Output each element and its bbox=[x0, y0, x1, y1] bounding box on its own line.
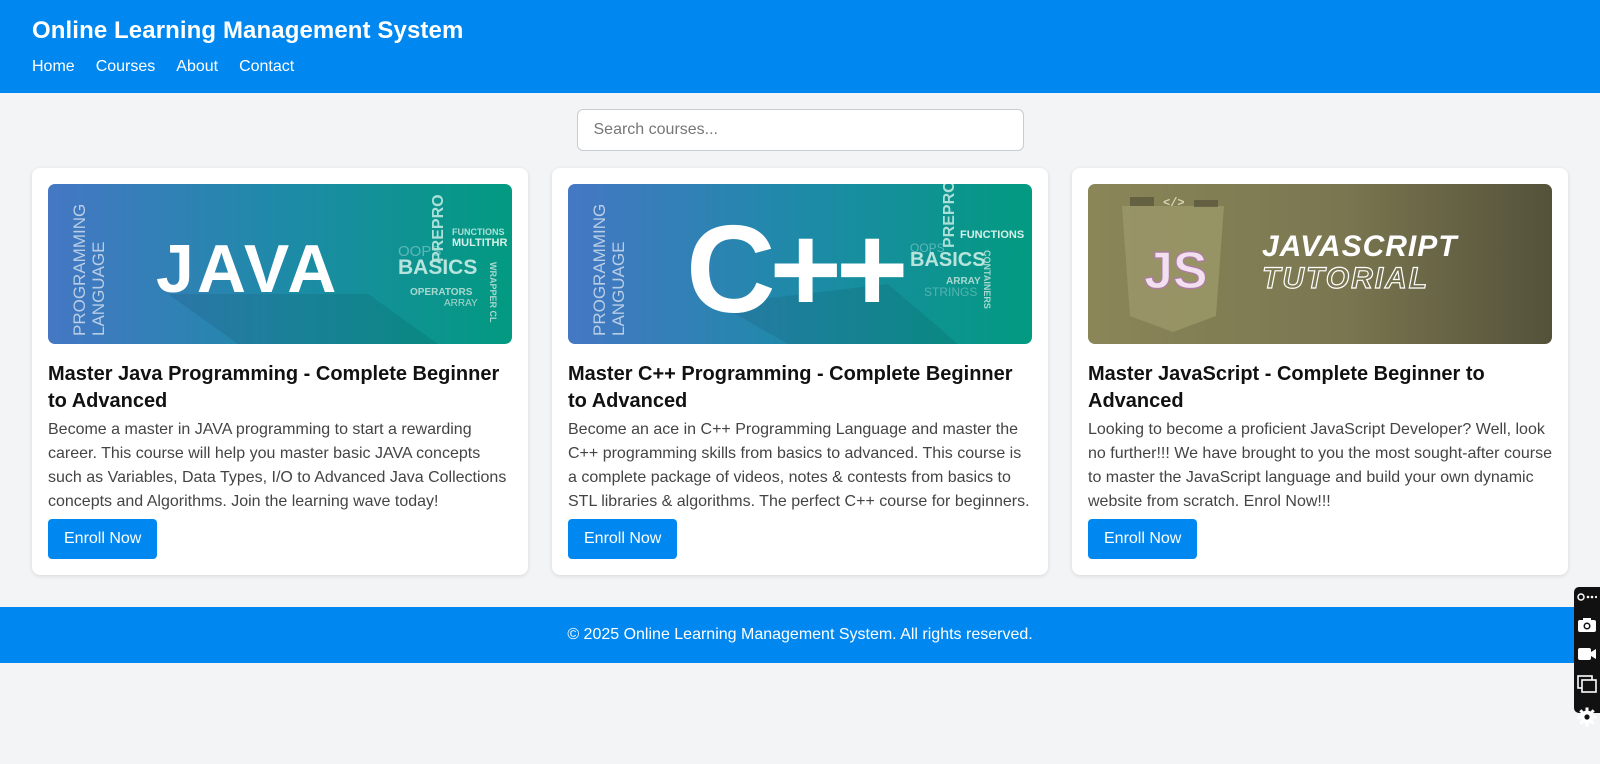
cpp-banner-graphic: PROGRAMMING LANGUAGE C++ OOPS PREPRO FUN… bbox=[568, 184, 1032, 344]
main-nav: Home Courses About Contact bbox=[32, 56, 1568, 78]
banner-tag: OPERATORS bbox=[410, 287, 473, 298]
banner-side-line1: PROGRAMMING bbox=[70, 204, 89, 336]
banner-tag: MULTITHR bbox=[452, 237, 507, 249]
enroll-button-cpp[interactable]: Enroll Now bbox=[568, 519, 678, 559]
course-card-cpp: PROGRAMMING LANGUAGE C++ OOPS PREPRO FUN… bbox=[552, 168, 1048, 575]
banner-tag: PREPRO bbox=[430, 194, 447, 262]
floating-toolbar bbox=[1574, 587, 1600, 727]
course-card-javascript: </> JS JAVASCRIPT TUTORIAL Master JavaSc… bbox=[1072, 168, 1568, 575]
course-description: Become a master in JAVA programming to s… bbox=[48, 421, 507, 510]
banner-line2: TUTORIAL bbox=[1262, 262, 1429, 295]
course-list: PROGRAMMING LANGUAGE JAVA OOPS PREPRO FU… bbox=[0, 168, 1600, 575]
course-card-java: PROGRAMMING LANGUAGE JAVA OOPS PREPRO FU… bbox=[32, 168, 528, 575]
banner-line1: JAVASCRIPT bbox=[1262, 230, 1459, 263]
banner-tag: FUNCTIONS bbox=[960, 229, 1024, 241]
banner-tag: FUNCTIONS bbox=[452, 227, 505, 237]
enroll-button-java[interactable]: Enroll Now bbox=[48, 519, 158, 559]
nav-contact[interactable]: Contact bbox=[239, 56, 294, 78]
banner-badge: JS bbox=[1144, 242, 1208, 300]
nav-about[interactable]: About bbox=[176, 56, 218, 78]
site-title: Online Learning Management System bbox=[32, 17, 464, 44]
banner-tag: STRINGS bbox=[924, 285, 977, 299]
banner-tag: BASICS bbox=[398, 256, 477, 279]
course-image-java: PROGRAMMING LANGUAGE JAVA OOPS PREPRO FU… bbox=[48, 184, 512, 344]
banner-tag: PREPRO bbox=[941, 184, 958, 248]
banner-side-line2: LANGUAGE bbox=[89, 242, 108, 336]
pin-icon[interactable] bbox=[1577, 590, 1598, 608]
banner-side-line1: PROGRAMMING bbox=[590, 204, 609, 336]
gear-icon[interactable] bbox=[1577, 707, 1597, 732]
course-title: Master JavaScript - Complete Beginner to… bbox=[1088, 363, 1485, 412]
banner-side-line2: LANGUAGE bbox=[609, 242, 628, 336]
course-image-cpp: PROGRAMMING LANGUAGE C++ OOPS PREPRO FUN… bbox=[568, 184, 1032, 344]
banner-tag: ARRAY bbox=[444, 298, 478, 309]
course-description: Looking to become a proficient JavaScrip… bbox=[1088, 421, 1552, 510]
banner-tag: BASICS bbox=[910, 249, 986, 271]
banner-tag: CONTAINERS bbox=[982, 250, 992, 309]
video-icon[interactable] bbox=[1577, 647, 1597, 666]
java-banner-graphic: PROGRAMMING LANGUAGE JAVA OOPS PREPRO FU… bbox=[48, 184, 512, 344]
course-title: Master C++ Programming - Complete Beginn… bbox=[568, 363, 1013, 412]
banner-main-text: JAVA bbox=[156, 231, 339, 307]
site-header: Online Learning Management System Home C… bbox=[0, 0, 1600, 93]
camera-icon[interactable] bbox=[1577, 617, 1597, 638]
search-bar bbox=[0, 109, 1600, 151]
course-title: Master Java Programming - Complete Begin… bbox=[48, 363, 500, 412]
banner-tag: WRAPPER CL bbox=[488, 262, 498, 323]
course-description: Become an ace in C++ Programming Languag… bbox=[568, 421, 1030, 510]
banner-code-icon: </> bbox=[1163, 196, 1185, 210]
enroll-button-javascript[interactable]: Enroll Now bbox=[1088, 519, 1198, 559]
windows-icon[interactable] bbox=[1577, 675, 1597, 698]
footer-text: © 2025 Online Learning Management System… bbox=[567, 626, 1033, 643]
course-image-javascript: </> JS JAVASCRIPT TUTORIAL bbox=[1088, 184, 1552, 344]
javascript-banner-graphic: </> JS JAVASCRIPT TUTORIAL bbox=[1088, 184, 1552, 344]
banner-main-text: C++ bbox=[686, 201, 904, 339]
site-footer: © 2025 Online Learning Management System… bbox=[0, 607, 1600, 663]
nav-courses[interactable]: Courses bbox=[96, 56, 156, 78]
nav-home[interactable]: Home bbox=[32, 56, 75, 78]
search-input[interactable] bbox=[576, 109, 1024, 151]
